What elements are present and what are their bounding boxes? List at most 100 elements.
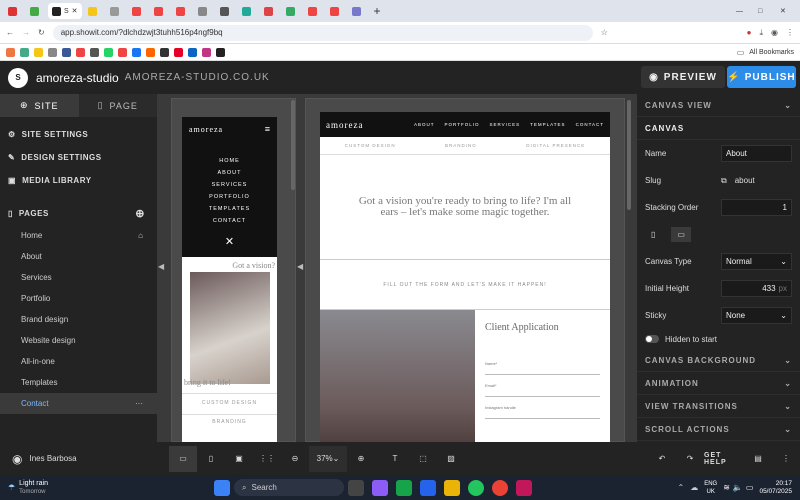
mobile-view-icon[interactable]: ▯ xyxy=(645,227,661,242)
scroll-actions-section[interactable]: SCROLL ACTIONS ⌄ xyxy=(637,418,800,441)
menu-icon[interactable]: ⋮ xyxy=(786,28,794,37)
bookmark-icon[interactable] xyxy=(62,47,71,57)
zoom-in-icon[interactable]: ⊕ xyxy=(347,446,375,472)
close-tab-icon[interactable]: ✕ xyxy=(72,7,78,15)
desktop-nav-item[interactable]: TEMPLATES xyxy=(530,122,565,127)
bookmark-icon[interactable] xyxy=(104,47,113,57)
bookmark-icon[interactable] xyxy=(118,47,127,57)
bookmark-icon[interactable] xyxy=(132,47,141,57)
bookmark-icon[interactable] xyxy=(90,47,99,57)
canvas-view-section[interactable]: CANVAS VIEW ⌄ xyxy=(637,94,800,117)
grid-icon[interactable]: ⋮⋮ xyxy=(253,446,281,472)
publish-button[interactable]: ⚡ PUBLISH xyxy=(727,66,796,88)
browser-tab[interactable] xyxy=(348,3,368,19)
mobile-preview[interactable]: amoreza ≡ HOME ABOUT SERVICES PORTFOLIO … xyxy=(182,117,277,442)
hidden-toggle[interactable] xyxy=(645,335,659,343)
zoom-select[interactable]: 37% ⌄ xyxy=(309,445,347,472)
form-field-name[interactable]: Name* xyxy=(485,361,600,375)
browser-tab[interactable] xyxy=(260,3,280,19)
close-window-icon[interactable]: ✕ xyxy=(776,3,796,19)
add-page-icon[interactable]: ⊕ xyxy=(135,207,145,220)
windows-start-icon[interactable] xyxy=(214,479,230,496)
undo-icon[interactable]: ↶ xyxy=(648,446,676,472)
page-item-about[interactable]: About xyxy=(0,246,157,267)
mobile-menu-item[interactable]: TEMPLATES xyxy=(182,203,277,215)
bookmark-icon[interactable] xyxy=(6,47,15,57)
text-tool-icon[interactable]: T xyxy=(381,446,409,472)
page-item-contact[interactable]: Contact ··· xyxy=(0,393,157,414)
browser-tab[interactable] xyxy=(238,3,258,19)
tab-site[interactable]: ⊕ SITE xyxy=(0,94,79,117)
page-item-brand-design[interactable]: Brand design xyxy=(0,309,157,330)
onedrive-icon[interactable]: ☁ xyxy=(690,483,698,492)
copilot-icon[interactable] xyxy=(372,479,388,496)
browser-tab[interactable] xyxy=(26,3,46,19)
more-icon[interactable]: ··· xyxy=(135,399,143,408)
page-item-services[interactable]: Services xyxy=(0,267,157,288)
reload-icon[interactable]: ↻ xyxy=(38,28,45,37)
task-view-icon[interactable] xyxy=(348,479,364,496)
desktop-view-icon[interactable]: ▭ xyxy=(671,227,691,242)
site-settings-link[interactable]: ⚙ SITE SETTINGS xyxy=(0,123,157,146)
spotify-icon[interactable] xyxy=(468,479,484,496)
browser-tab[interactable] xyxy=(194,3,214,19)
user-info[interactable]: ◉ Ines Barbosa xyxy=(0,452,157,466)
app-icon[interactable] xyxy=(420,479,436,496)
desktop-device-icon[interactable]: ▭ xyxy=(169,445,197,472)
redo-icon[interactable]: ↷ xyxy=(676,446,704,472)
browser-tab[interactable] xyxy=(128,3,148,19)
stacking-order-input[interactable]: 1 xyxy=(721,199,792,216)
get-help-button[interactable]: GET HELP xyxy=(704,446,744,472)
mobile-device-icon[interactable]: ▯ xyxy=(197,446,225,472)
media-library-link[interactable]: ▣ MEDIA LIBRARY xyxy=(0,169,157,192)
canvas-background-section[interactable]: CANVAS BACKGROUND ⌄ xyxy=(637,349,800,372)
browser-tab[interactable] xyxy=(84,3,104,19)
browser-tab[interactable] xyxy=(106,3,126,19)
weather-widget[interactable]: ☂ Light rain Tomorrow xyxy=(0,480,210,496)
page-item-website-design[interactable]: Website design xyxy=(0,330,157,351)
tab-page[interactable]: ▯ PAGE xyxy=(78,94,157,117)
form-field-email[interactable]: Email* xyxy=(485,383,600,397)
browser-tab[interactable] xyxy=(326,3,346,19)
mobile-menu-item[interactable]: PORTFOLIO xyxy=(182,191,277,203)
download-icon[interactable]: ⤓ xyxy=(759,28,763,38)
bookmark-icon[interactable] xyxy=(188,47,197,57)
browser-tab-active[interactable]: S ✕ xyxy=(48,3,82,19)
canvas-left-arrow-icon[interactable]: ◀ xyxy=(158,262,164,271)
bookmark-icon[interactable] xyxy=(76,47,85,57)
mobile-menu-item[interactable]: ABOUT xyxy=(182,167,277,179)
view-transitions-section[interactable]: VIEW TRANSITIONS ⌄ xyxy=(637,395,800,418)
chrome-icon[interactable] xyxy=(492,479,508,496)
browser-tab[interactable] xyxy=(282,3,302,19)
new-tab-button[interactable]: + xyxy=(370,3,390,19)
canvas-type-select[interactable]: Normal ⌄ xyxy=(721,253,792,270)
mobile-menu-item[interactable]: HOME xyxy=(182,155,277,167)
shape-tool-icon[interactable]: ⬚ xyxy=(409,446,437,472)
browser-tab[interactable] xyxy=(304,3,324,19)
zoom-out-icon[interactable]: ⊖ xyxy=(281,446,309,472)
close-menu-icon[interactable]: ✕ xyxy=(182,235,277,248)
initial-height-input[interactable]: 433 px xyxy=(721,280,792,297)
browser-tab[interactable] xyxy=(4,3,24,19)
language-indicator[interactable]: ENG UK xyxy=(704,480,717,496)
bookmark-icon[interactable] xyxy=(20,47,29,57)
bookmark-icon[interactable] xyxy=(146,47,155,57)
volume-icon[interactable]: 🔈 xyxy=(733,483,743,492)
browser-tab[interactable] xyxy=(150,3,170,19)
browser-tab[interactable] xyxy=(172,3,192,19)
url-field[interactable]: app.showit.com/?dlchdzwjt3tuhh516p4ngf9b… xyxy=(52,24,593,41)
mobile-menu-item[interactable]: SERVICES xyxy=(182,179,277,191)
wifi-icon[interactable]: ≋ xyxy=(723,483,730,492)
clock[interactable]: 20:17 05/07/2025 xyxy=(759,480,792,496)
file-explorer-icon[interactable] xyxy=(444,479,460,496)
maximize-icon[interactable]: □ xyxy=(754,3,774,19)
profile-icon[interactable]: ◉ xyxy=(771,28,778,37)
desktop-nav-item[interactable]: ABOUT xyxy=(414,122,435,127)
indesign-icon[interactable] xyxy=(516,479,532,496)
battery-icon[interactable]: ▭ xyxy=(746,483,754,492)
canvas-left-arrow-icon[interactable]: ◀ xyxy=(297,262,303,271)
browser-tab[interactable] xyxy=(216,3,236,19)
forward-icon[interactable]: → xyxy=(22,28,30,37)
app-icon[interactable] xyxy=(396,479,412,496)
hamburger-icon[interactable]: ≡ xyxy=(265,124,270,134)
